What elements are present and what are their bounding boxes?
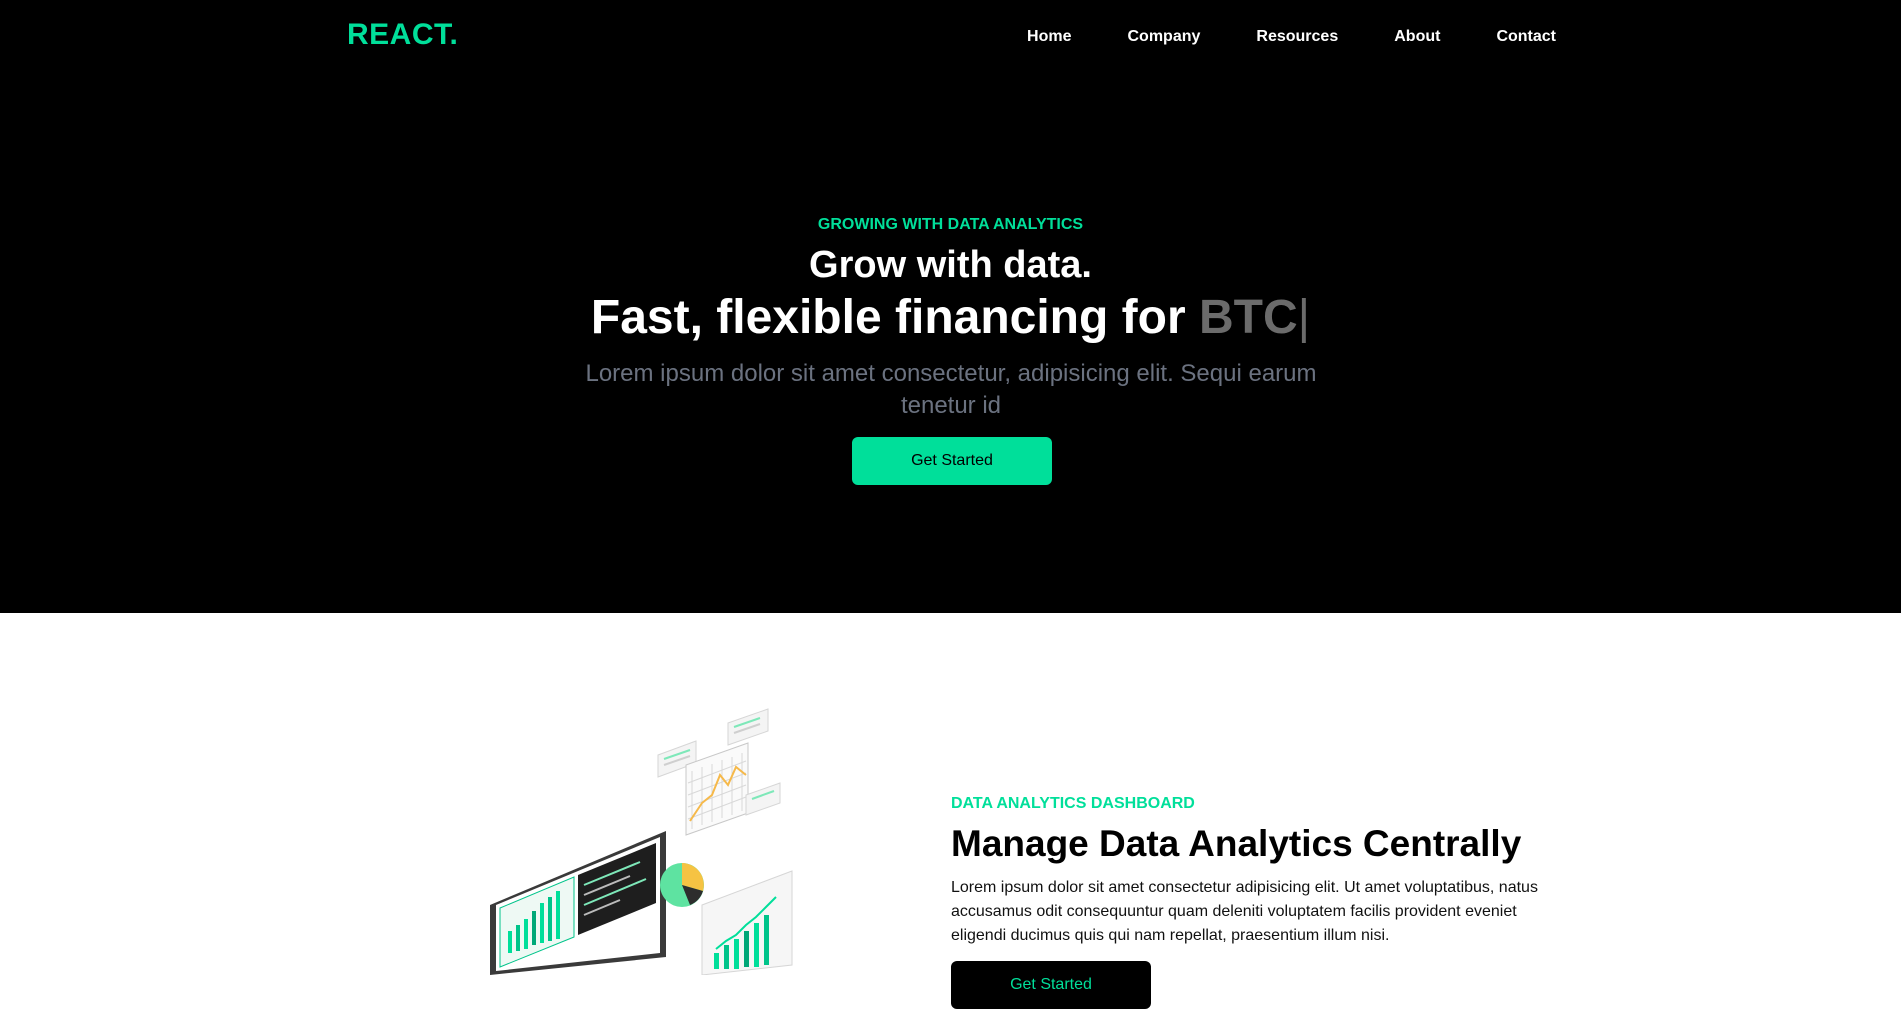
analytics-description: Lorem ipsum dolor sit amet consectetur a… [951,879,1538,944]
hero-eyebrow: GROWING WITH DATA ANALYTICS [817,216,1084,233]
analytics-section: DATA ANALYTICS DASHBOARD Manage Data Ana… [0,613,1901,1009]
analytics-eyebrow: DATA ANALYTICS DASHBOARD [951,795,1195,812]
nav-item-contact[interactable]: Contact [1496,28,1556,46]
get-started-button[interactable]: Get Started [852,437,1052,485]
bar-chart-card [701,870,793,975]
brand-logo[interactable]: REACT. [347,18,458,52]
nav-item-company[interactable]: Company [1128,28,1201,46]
pie-chart [660,863,704,907]
hero-section: GROWING WITH DATA ANALYTICS Grow with da… [0,76,1901,613]
nav-item-resources[interactable]: Resources [1256,28,1338,46]
floating-card-right [745,782,781,816]
analytics-get-started-button[interactable]: Get Started [951,961,1151,1009]
typed-text: BTC [1198,291,1298,344]
hero-subtitle-prefix: Fast, flexible financing for [590,291,1186,344]
hero-description: Lorem ipsum dolor sit amet consectetur, … [585,360,1317,419]
typing-caret: | [1297,291,1311,344]
nav-item-about[interactable]: About [1394,28,1440,46]
hero-title: Grow with data. [809,244,1092,286]
main-nav: Home Company Resources About Contact [971,28,1556,46]
analytics-title: Manage Data Analytics Centrally [951,823,1522,864]
hero-subtitle: Fast, flexible financing for BTC| [0,290,1901,345]
navbar: REACT. Home Company Resources About Cont… [0,0,1901,76]
laptop-screen [490,831,666,975]
floating-card-top [727,708,769,746]
laptop-analytics-illustration [490,708,793,975]
nav-item-home[interactable]: Home [1027,28,1071,46]
